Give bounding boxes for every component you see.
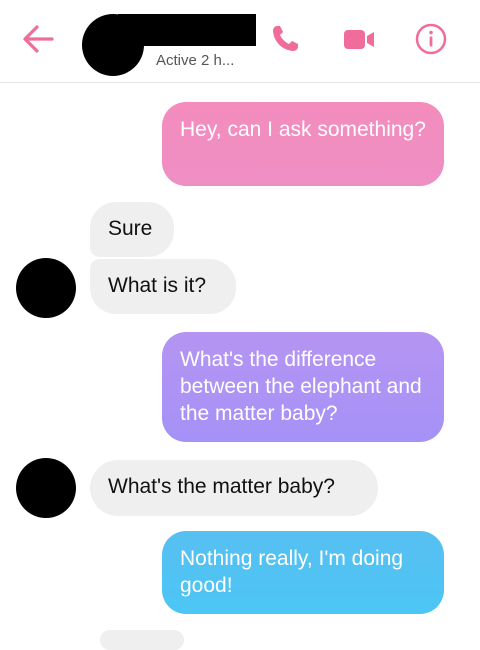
contact-name-redaction (118, 14, 256, 46)
contact-avatar-small (16, 458, 76, 518)
message-bubble-received[interactable]: What is it? (90, 259, 236, 314)
message-bubble-received[interactable]: Sure (90, 202, 174, 257)
info-icon[interactable] (414, 22, 448, 56)
phone-icon[interactable] (268, 22, 302, 56)
message-bubble-partial (100, 630, 184, 650)
chat-header: Active 2 h... (0, 0, 480, 83)
contact-avatar-small (16, 258, 76, 318)
message-bubble-sent[interactable]: Hey, can I ask something? (162, 102, 444, 186)
message-bubble-received[interactable]: What's the matter baby? (90, 460, 378, 516)
message-bubble-sent[interactable]: Nothing really, I'm doing good! (162, 531, 444, 614)
active-status: Active 2 h... (156, 52, 235, 69)
message-bubble-sent[interactable]: What's the difference between the elepha… (162, 332, 444, 442)
video-camera-icon[interactable] (342, 22, 376, 56)
back-arrow-icon[interactable] (20, 22, 56, 56)
